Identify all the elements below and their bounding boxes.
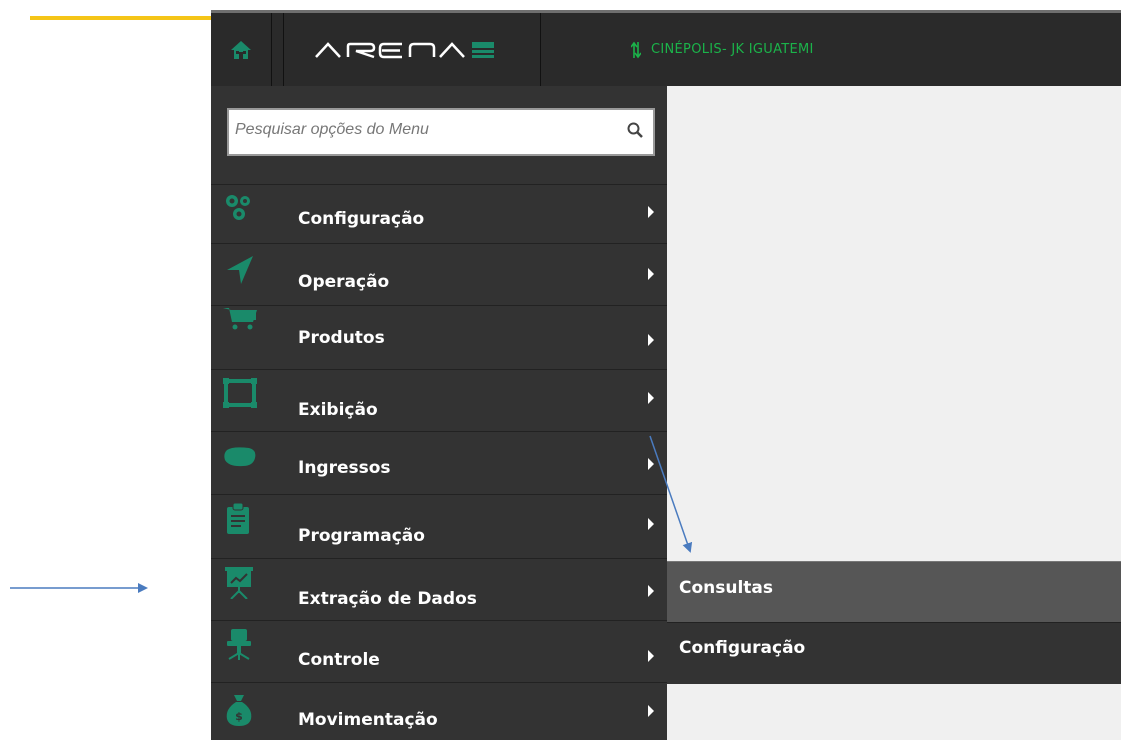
menu-item-label: Controle: [298, 650, 380, 670]
chevron-right-icon: [648, 650, 654, 662]
chevron-right-icon: [648, 268, 654, 280]
screen-frame-icon: [223, 378, 257, 408]
chevron-right-icon: [648, 518, 654, 530]
submenu-item-label: Configuração: [679, 638, 806, 658]
menu-item-extracao-de-dados[interactable]: Extração de Dados: [211, 559, 667, 621]
chevron-right-icon: [648, 206, 654, 218]
menu-item-movimentacao[interactable]: $ Movimentação: [211, 683, 667, 740]
menu-item-ingressos[interactable]: Ingressos: [211, 432, 667, 495]
chevron-right-icon: [648, 458, 654, 470]
chevron-right-icon: [648, 585, 654, 597]
menu-item-label: Programação: [298, 526, 425, 546]
home-icon: [231, 40, 251, 59]
location-name: CINÉPOLIS- JK IGUATEMI: [651, 42, 814, 57]
search-input[interactable]: [231, 112, 623, 148]
menu-item-operacao[interactable]: Operação: [211, 244, 667, 306]
location-selector[interactable]: CINÉPOLIS- JK IGUATEMI: [631, 13, 814, 86]
cart-icon: [223, 308, 257, 330]
chevron-right-icon: [648, 334, 654, 346]
gears-icon: [226, 195, 250, 220]
search-icon[interactable]: [627, 122, 643, 138]
clipboard-icon: [227, 503, 249, 534]
presentation-chart-icon: [225, 567, 253, 599]
chevron-right-icon: [648, 392, 654, 404]
submenu-extracao-de-dados: Consultas Configuração: [667, 561, 1121, 684]
svg-text:$: $: [235, 710, 243, 723]
sidebar-menu: Configuração Operação Produtos Exibição: [211, 86, 667, 740]
arena-logo-mark: [315, 41, 494, 58]
ticket-icon: [224, 447, 256, 467]
menu-item-exibicao[interactable]: Exibição: [211, 370, 667, 432]
menu-item-produtos[interactable]: Produtos: [211, 306, 667, 370]
menu-item-programacao[interactable]: Programação: [211, 495, 667, 559]
menu-item-label: Configuração: [298, 209, 425, 229]
money-bag-icon: $: [226, 695, 252, 726]
swap-arrows-icon: [631, 41, 641, 58]
menu-item-label: Extração de Dados: [298, 589, 477, 609]
menu-item-configuracao[interactable]: Configuração: [211, 184, 667, 244]
menu-item-label: Produtos: [298, 328, 385, 348]
menu-item-controle[interactable]: Controle: [211, 621, 667, 683]
submenu-item-configuracao[interactable]: Configuração: [667, 622, 1121, 684]
highlight-line: [30, 16, 212, 20]
submenu-item-label: Consultas: [679, 578, 774, 598]
submenu-item-consultas[interactable]: Consultas: [667, 561, 1121, 623]
menu-item-label: Exibição: [298, 400, 378, 420]
chevron-right-icon: [648, 705, 654, 717]
menu-item-label: Ingressos: [298, 458, 391, 478]
menu-item-label: Operação: [298, 272, 390, 292]
home-button[interactable]: [211, 13, 272, 86]
arena-logo[interactable]: [283, 13, 541, 86]
office-chair-icon: [227, 629, 251, 660]
menu-item-label: Movimentação: [298, 710, 438, 730]
top-bar: CINÉPOLIS- JK IGUATEMI: [211, 10, 1121, 86]
navigation-arrow-icon: [227, 256, 253, 284]
search-box: [227, 108, 655, 156]
search-area: [211, 86, 667, 185]
